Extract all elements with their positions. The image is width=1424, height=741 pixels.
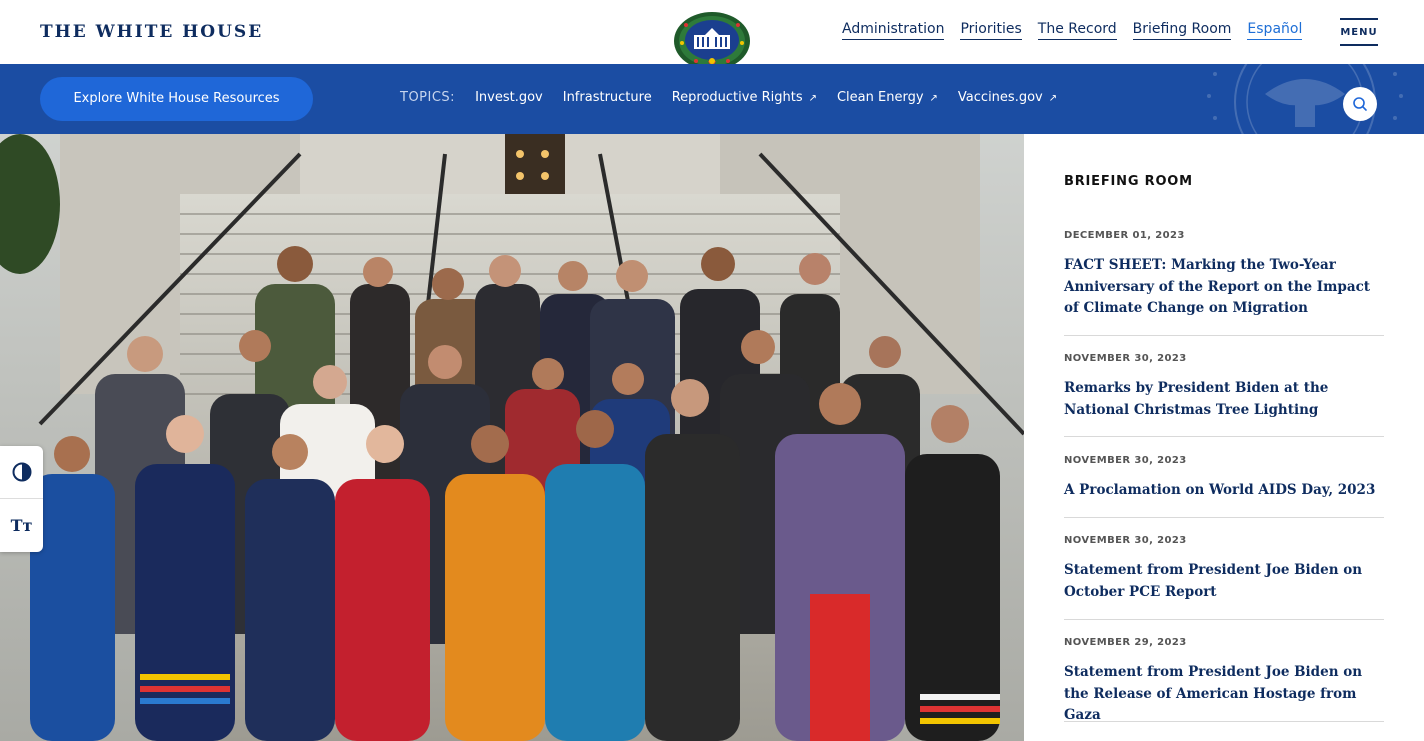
search-icon: [1353, 97, 1367, 111]
briefing-post[interactable]: NOVEMBER 30, 2023 A Proclamation on Worl…: [1064, 455, 1384, 518]
contrast-toggle-button[interactable]: [0, 446, 43, 498]
briefing-room-heading[interactable]: BRIEFING ROOM: [1064, 174, 1193, 189]
accessibility-controls: Tт: [0, 446, 43, 552]
external-link-icon: ↗: [808, 93, 817, 104]
topic-invest-gov[interactable]: Invest.gov: [475, 90, 543, 105]
topics-list: TOPICS: Invest.gov Infrastructure Reprod…: [400, 90, 1057, 105]
white-house-seal-icon[interactable]: [672, 11, 752, 71]
post-date: NOVEMBER 30, 2023: [1064, 455, 1187, 466]
post-title-link[interactable]: Statement from President Joe Biden on th…: [1064, 662, 1384, 727]
menu-bar-bottom: [1340, 44, 1378, 46]
post-title-link[interactable]: Statement from President Joe Biden on Oc…: [1064, 560, 1384, 603]
post-title-link[interactable]: A Proclamation on World AIDS Day, 2023: [1064, 480, 1384, 502]
text-size-icon: Tт: [10, 515, 33, 535]
briefing-post[interactable]: NOVEMBER 29, 2023 Statement from Preside…: [1064, 637, 1384, 723]
topics-bar: Explore White House Resources TOPICS: In…: [0, 64, 1424, 134]
post-date: NOVEMBER 30, 2023: [1064, 353, 1187, 364]
group-photo-image: [0, 134, 1024, 741]
nav-priorities[interactable]: Priorities: [960, 21, 1022, 40]
external-link-icon: ↗: [1048, 93, 1058, 104]
topics-label: TOPICS:: [400, 90, 456, 105]
site-header: THE WHITE HOUSE Administration Prioritie…: [0, 0, 1424, 70]
nav-administration[interactable]: Administration: [842, 21, 945, 40]
topic-infrastructure[interactable]: Infrastructure: [563, 90, 652, 105]
briefing-post[interactable]: NOVEMBER 30, 2023 Statement from Preside…: [1064, 535, 1384, 620]
main-nav: Administration Priorities The Record Bri…: [842, 21, 1303, 40]
nav-the-record[interactable]: The Record: [1037, 21, 1117, 40]
post-date: DECEMBER 01, 2023: [1064, 230, 1185, 241]
menu-label: MENU: [1340, 27, 1378, 38]
topic-vaccines-gov[interactable]: Vaccines.gov ↗: [958, 90, 1057, 105]
external-link-icon: ↗: [929, 93, 938, 104]
menu-bar-top: [1340, 18, 1378, 20]
topic-reproductive-rights[interactable]: Reproductive Rights ↗: [672, 90, 817, 105]
post-date: NOVEMBER 30, 2023: [1064, 535, 1187, 546]
hero-photo[interactable]: [0, 134, 1024, 741]
briefing-post[interactable]: NOVEMBER 30, 2023 Remarks by President B…: [1064, 353, 1384, 437]
site-title-logo[interactable]: THE WHITE HOUSE: [40, 22, 263, 42]
explore-resources-button[interactable]: Explore White House Resources: [40, 77, 313, 121]
search-button[interactable]: [1343, 87, 1377, 121]
presidential-seal-watermark-icon: [1207, 64, 1403, 134]
text-size-button[interactable]: Tт: [0, 499, 43, 551]
nav-espanol[interactable]: Español: [1247, 21, 1303, 40]
post-title-link[interactable]: FACT SHEET: Marking the Two-Year Anniver…: [1064, 255, 1384, 320]
nav-briefing-room[interactable]: Briefing Room: [1132, 21, 1232, 40]
post-date: NOVEMBER 29, 2023: [1064, 637, 1187, 648]
contrast-icon: [12, 462, 31, 482]
topic-clean-energy[interactable]: Clean Energy ↗: [837, 90, 938, 105]
briefing-post[interactable]: DECEMBER 01, 2023 FACT SHEET: Marking th…: [1064, 230, 1384, 336]
menu-button[interactable]: MENU: [1340, 18, 1378, 46]
post-title-link[interactable]: Remarks by President Biden at the Nation…: [1064, 378, 1384, 421]
